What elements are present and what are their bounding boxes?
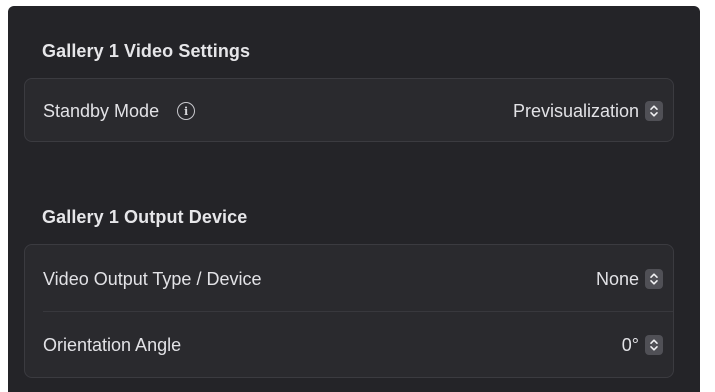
video-output-type-select[interactable]: None — [596, 269, 663, 290]
video-output-type-row: Video Output Type / Device None — [25, 247, 673, 311]
video-settings-group: Standby Mode i Previsualization — [24, 78, 674, 142]
standby-mode-row: Standby Mode i Previsualization — [25, 79, 673, 143]
standby-mode-label-wrap: Standby Mode i — [43, 100, 196, 122]
standby-mode-label: Standby Mode — [43, 100, 160, 121]
orientation-angle-select[interactable]: 0° — [622, 335, 663, 356]
output-device-group: Video Output Type / Device None Orientat… — [24, 244, 674, 378]
video-output-type-label: Video Output Type / Device — [43, 268, 262, 289]
chevron-up-down-icon[interactable] — [645, 269, 663, 289]
settings-panel: Gallery 1 Video Settings Standby Mode i … — [8, 6, 700, 392]
info-icon[interactable]: i — [177, 102, 196, 120]
output-device-title: Gallery 1 Output Device — [42, 207, 248, 227]
standby-mode-select[interactable]: Previsualization — [513, 101, 663, 122]
video-output-type-value: None — [595, 268, 639, 289]
video-settings-title: Gallery 1 Video Settings — [42, 41, 251, 61]
orientation-angle-row: Orientation Angle 0° — [25, 313, 673, 377]
chevron-up-down-icon[interactable] — [645, 335, 663, 355]
orientation-angle-label: Orientation Angle — [43, 334, 182, 355]
row-divider — [43, 311, 673, 312]
chevron-up-down-icon[interactable] — [645, 101, 663, 121]
standby-mode-value: Previsualization — [512, 100, 639, 121]
orientation-angle-value: 0° — [621, 334, 639, 355]
